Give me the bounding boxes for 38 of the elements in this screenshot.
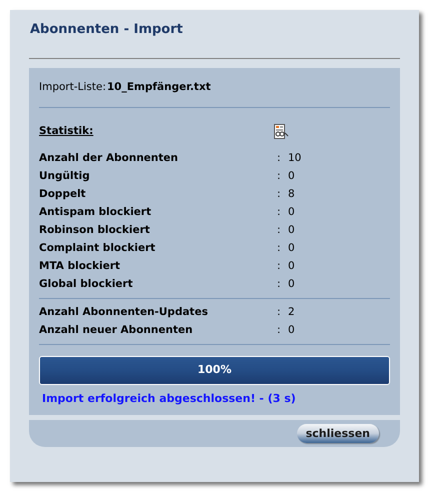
statistic-label: Anzahl Abonnenten-Updates xyxy=(39,305,209,320)
statistic-label: Robinson blockiert xyxy=(39,223,151,238)
colon-separator: : xyxy=(277,169,282,184)
close-button[interactable]: schliessen xyxy=(296,424,379,443)
statistic-value: 0 xyxy=(288,323,295,338)
colon-separator: : xyxy=(277,323,282,338)
statistic-value: 0 xyxy=(288,223,295,238)
statistic-label: Global blockiert xyxy=(39,277,134,292)
statistic-value: 0 xyxy=(288,205,295,220)
status-message: Import erfolgreich abgeschlossen! - (3 s) xyxy=(42,390,296,407)
statistic-label: Anzahl der Abonnenten xyxy=(39,151,180,166)
dialog-title: Abonnenten - Import xyxy=(30,22,183,38)
statistic-value: 0 xyxy=(288,169,295,184)
import-list-filename: 10_Empfänger.txt xyxy=(107,80,211,96)
statistic-label: MTA blockiert xyxy=(39,259,122,274)
colon-separator: : xyxy=(277,205,282,220)
statistic-value: 0 xyxy=(288,259,295,274)
statistic-value: 2 xyxy=(288,305,295,320)
statistics-heading: Statistik: xyxy=(39,124,94,140)
statistic-label: Complaint blockiert xyxy=(39,241,156,256)
colon-separator: : xyxy=(277,187,282,202)
colon-separator: : xyxy=(277,277,282,292)
report-icon[interactable] xyxy=(273,124,289,140)
colon-separator: : xyxy=(277,305,282,320)
progress-percentage: 100% xyxy=(198,362,232,378)
colon-separator: : xyxy=(277,259,282,274)
statistic-value: 0 xyxy=(288,241,295,256)
colon-separator: : xyxy=(277,241,282,256)
statistic-value: 10 xyxy=(288,151,302,166)
statistic-label: Anzahl neuer Abonnenten xyxy=(39,323,194,338)
statistic-label: Antispam blockiert xyxy=(39,205,152,220)
statistic-value: 8 xyxy=(288,187,295,202)
statistic-value: 0 xyxy=(288,277,295,292)
colon-separator: : xyxy=(277,223,282,238)
statistic-label: Doppelt xyxy=(39,187,87,202)
colon-separator: : xyxy=(277,151,282,166)
import-list-label: Import-Liste: xyxy=(39,80,107,96)
statistic-label: Ungültig xyxy=(39,169,91,184)
